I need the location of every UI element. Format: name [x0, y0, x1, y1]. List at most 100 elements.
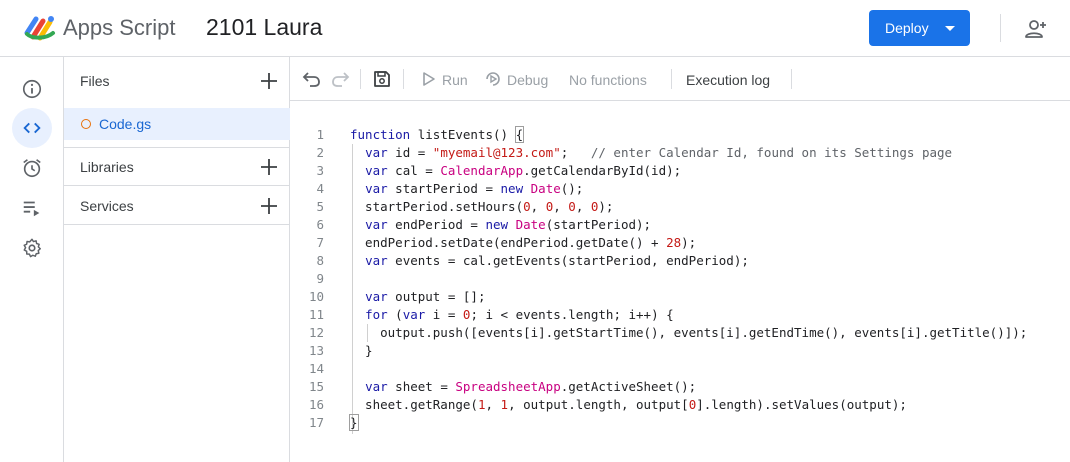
caret-down-icon: [945, 26, 955, 31]
libraries-label: Libraries: [80, 159, 134, 175]
code-token: var: [365, 163, 388, 178]
libraries-row[interactable]: Libraries: [64, 147, 290, 186]
code-token: ,: [530, 199, 546, 214]
redo-icon[interactable]: [330, 69, 350, 89]
services-row[interactable]: Services: [64, 186, 290, 225]
code-text: output.push([events[i].getStartTime(), e…: [350, 325, 1027, 340]
deploy-button[interactable]: Deploy: [869, 10, 970, 46]
line-number: 6: [316, 217, 324, 232]
rail-item-settings[interactable]: [12, 228, 52, 268]
header-divider: [1000, 14, 1001, 42]
code-token: ; i < events.length; i++) {: [470, 307, 674, 322]
line-number: 3: [316, 163, 324, 178]
line-number: 17: [308, 415, 324, 430]
add-person-icon[interactable]: [1024, 17, 1048, 41]
code-token: events = cal.getEvents(startPeriod, endP…: [387, 253, 749, 268]
code-token: }: [350, 343, 373, 358]
code-line[interactable]: 5 startPeriod.setHours(0, 0, 0, 0);: [290, 197, 1070, 215]
execution-log-button[interactable]: Execution log: [686, 72, 770, 88]
rail-item-executions[interactable]: [12, 188, 52, 228]
code-token: Date: [530, 181, 561, 196]
code-text: var endPeriod = new Date(startPeriod);: [350, 217, 651, 232]
code-line[interactable]: 14: [290, 359, 1070, 377]
code-token: new: [500, 181, 524, 196]
line-number: 11: [308, 307, 324, 322]
code-text: var startPeriod = new Date();: [350, 181, 583, 196]
code-token: var: [365, 253, 388, 268]
code-line[interactable]: 4 var startPeriod = new Date();: [290, 179, 1070, 197]
code-token: (startPeriod);: [545, 217, 652, 232]
code-token: var: [365, 379, 388, 394]
run-play-icon: [423, 72, 435, 86]
code-line[interactable]: 12 output.push([events[i].getStartTime()…: [290, 323, 1070, 341]
undo-icon[interactable]: [302, 69, 322, 89]
code-text: for (var i = 0; i < events.length; i++) …: [350, 307, 674, 322]
line-number: 9: [316, 271, 324, 286]
apps-script-logo-icon[interactable]: [24, 13, 56, 41]
code-token: startPeriod.setHours(: [350, 199, 524, 214]
code-line[interactable]: 16 sheet.getRange(1, 1, output.length, o…: [290, 395, 1070, 413]
run-button[interactable]: Run: [442, 72, 468, 88]
code-token: ();: [560, 181, 584, 196]
code-line[interactable]: 3 var cal = CalendarApp.getCalendarById(…: [290, 161, 1070, 179]
code-token: var: [365, 289, 388, 304]
code-text: sheet.getRange(1, 1, output.length, outp…: [350, 397, 907, 412]
code-token: .getCalendarById(id);: [523, 163, 682, 178]
line-number: 10: [308, 289, 324, 304]
code-line[interactable]: 8 var events = cal.getEvents(startPeriod…: [290, 251, 1070, 269]
code-token: id =: [387, 145, 433, 160]
rail-item-overview[interactable]: [12, 69, 52, 109]
code-line[interactable]: 6 var endPeriod = new Date(startPeriod);: [290, 215, 1070, 233]
code-line[interactable]: 2 var id = "myemail@123.com"; // enter C…: [290, 143, 1070, 161]
line-number: 5: [316, 199, 324, 214]
code-line[interactable]: 1 function listEvents() {: [290, 125, 1070, 143]
project-title[interactable]: 2101 Laura: [206, 14, 322, 41]
line-number: 14: [308, 361, 324, 376]
code-token: var: [402, 307, 426, 322]
code-token: }: [349, 414, 359, 431]
add-file-plus-icon[interactable]: [260, 72, 278, 90]
code-token: output = [];: [387, 289, 486, 304]
code-line[interactable]: 10 var output = [];: [290, 287, 1070, 305]
function-select[interactable]: No functions: [569, 72, 647, 88]
code-line[interactable]: 7 endPeriod.setDate(endPeriod.getDate() …: [290, 233, 1070, 251]
toolbar-separator: [671, 69, 672, 89]
add-library-plus-icon[interactable]: [260, 158, 278, 176]
code-editor[interactable]: 1 function listEvents() {2 var id = "myem…: [290, 101, 1070, 462]
line-number: 4: [316, 181, 324, 196]
code-text: function listEvents() {: [350, 126, 525, 143]
code-token: , output.length, output[: [508, 397, 689, 412]
rail-item-triggers[interactable]: [12, 148, 52, 188]
code-line[interactable]: 15 var sheet = SpreadsheetApp.getActiveS…: [290, 377, 1070, 395]
left-nav-rail: [0, 57, 64, 462]
debug-button[interactable]: Debug: [507, 72, 548, 88]
line-number: 2: [316, 145, 324, 160]
services-label: Services: [80, 198, 134, 214]
code-line[interactable]: 13 }: [290, 341, 1070, 359]
code-token: );: [598, 199, 614, 214]
line-number: 15: [308, 379, 324, 394]
code-token: ,: [575, 199, 591, 214]
code-text: var sheet = SpreadsheetApp.getActiveShee…: [350, 379, 696, 394]
code-line[interactable]: 9: [290, 269, 1070, 287]
save-icon[interactable]: [372, 69, 392, 89]
code-line[interactable]: 17}: [290, 413, 1070, 431]
line-number: 1: [316, 127, 324, 142]
code-token: var: [365, 145, 388, 160]
code-token: new: [485, 217, 509, 232]
code-token: listEvents(): [410, 127, 516, 142]
code-token: ,: [553, 199, 569, 214]
rail-item-editor[interactable]: [12, 108, 52, 148]
code-line[interactable]: 11 for (var i = 0; i < events.length; i+…: [290, 305, 1070, 323]
file-item-code-gs[interactable]: Code.gs: [64, 108, 290, 140]
gear-icon: [23, 238, 41, 258]
add-service-plus-icon[interactable]: [260, 197, 278, 215]
line-number: 12: [308, 325, 324, 340]
app-name[interactable]: Apps Script: [63, 15, 176, 41]
